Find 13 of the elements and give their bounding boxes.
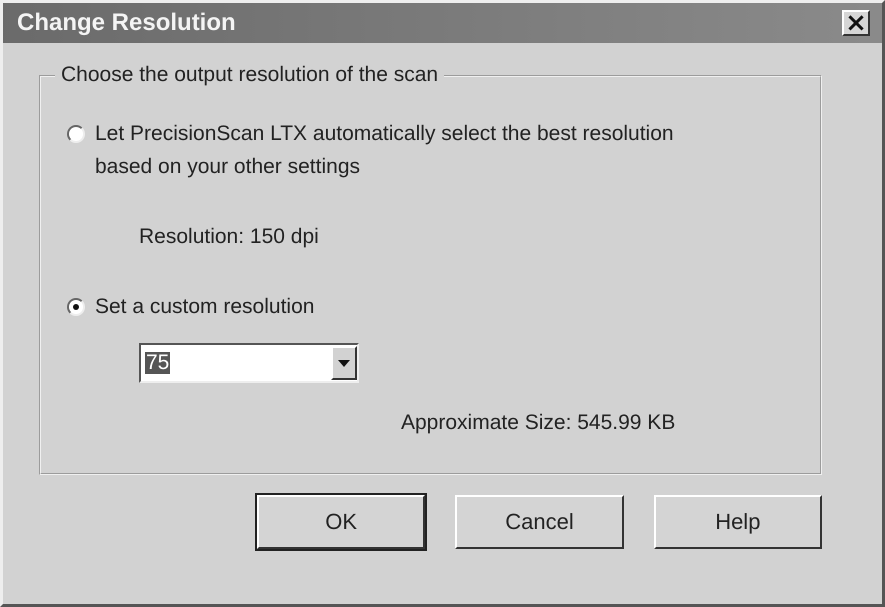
resolution-dropdown[interactable]: 75 <box>139 343 359 383</box>
resolution-text: Resolution: 150 dpi <box>139 225 319 249</box>
group-title: Choose the output resolution of the scan <box>55 63 444 87</box>
dialog-button[interactable]: Cancel <box>455 495 624 549</box>
radio-button[interactable] <box>67 125 85 143</box>
size-text: Approximate Size: 545.99 KB <box>401 411 676 435</box>
option-label: Set a custom resolution <box>95 294 314 320</box>
close-button[interactable]: × <box>842 10 870 36</box>
dialog-button[interactable]: OK <box>257 495 426 549</box>
option-label: Let PrecisionScan LTX automatically select the best resolution based on your other settings <box>95 121 675 180</box>
window-title: Change Resolution <box>17 9 236 37</box>
dialog-button[interactable]: Help <box>654 495 822 549</box>
radio-button[interactable] <box>67 298 85 316</box>
